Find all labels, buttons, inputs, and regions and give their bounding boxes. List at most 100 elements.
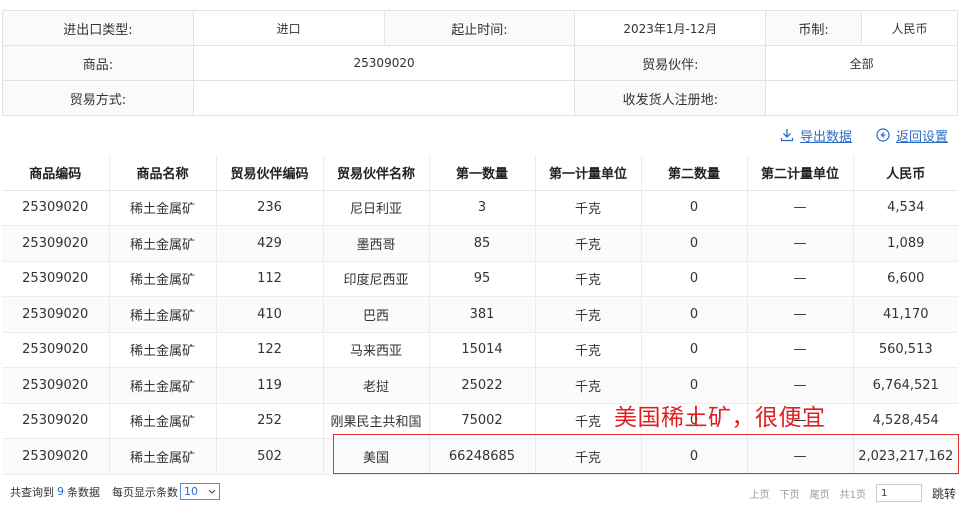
table-cell: 25309020 (2, 403, 109, 439)
table-cell: 429 (215, 225, 323, 262)
next-page-link[interactable]: 下页 (780, 486, 800, 501)
table-cell: — (746, 296, 853, 333)
table-cell: 6,764,521 (852, 367, 958, 404)
query-value: 进口 (192, 10, 385, 46)
table-cell: 千克 (534, 261, 641, 297)
table-row: 25309020 稀土金属矿 112 印度尼西亚 95 千克 0—6,600 (2, 261, 958, 297)
table-cell: 15014 (428, 332, 535, 368)
table-cell: — (746, 190, 853, 226)
column-header: 第二计量单位 (746, 155, 853, 191)
per-page-select[interactable]: 10 (180, 483, 220, 500)
table-row: 25309020 稀土金属矿 429 墨西哥 85 千克 0—1,089 (2, 225, 958, 262)
total-prefix: 共查询到 (10, 485, 54, 499)
table-cell: 老挝 (322, 367, 429, 404)
per-page-label: 每页显示条数 (112, 485, 178, 499)
table-cell: 560,513 (852, 332, 958, 368)
table-row: 25309020 稀土金属矿 122 马来西亚 15014 千克 0—560,513 (2, 332, 958, 368)
table-cell: 410 (215, 296, 323, 333)
table-cell: 252 (215, 403, 323, 439)
table-cell: 稀土金属矿 (108, 225, 216, 262)
column-header: 贸易伙伴编码 (215, 155, 323, 191)
table-cell: 25309020 (2, 332, 109, 368)
back-to-settings-button[interactable]: 返回设置 (876, 125, 948, 145)
table-cell: 印度尼西亚 (322, 261, 429, 297)
query-value (192, 80, 576, 116)
query-label: 进出口类型: (2, 10, 194, 46)
table-cell: 381 (428, 296, 535, 333)
annotation-text: 美国稀土矿，很便宜 (614, 405, 826, 431)
column-header: 第一计量单位 (534, 155, 641, 191)
query-label: 贸易伙伴: (574, 45, 767, 81)
table-cell: 75002 (428, 403, 535, 439)
table-cell: 95 (428, 261, 535, 297)
export-data-label: 导出数据 (799, 129, 852, 145)
table-row: 25309020 稀土金属矿 236 尼日利亚 3 千克 0—4,534 (2, 190, 958, 226)
query-info-table: 进出口类型: 进口 起止时间: 2023年1月-12月 币制: 人民币 商品: 2530902… (2, 10, 958, 116)
table-cell: 122 (215, 332, 323, 368)
table-cell: 马来西亚 (322, 332, 429, 368)
table-cell: 巴西 (322, 296, 429, 333)
table-cell: 千克 (534, 296, 641, 333)
table-cell: 千克 (534, 332, 641, 368)
table-cell: 0 (640, 438, 747, 475)
table-cell: 25309020 (2, 296, 109, 333)
table-cell: 千克 (534, 190, 641, 226)
last-page-link[interactable]: 尾页 (810, 486, 830, 501)
back-to-settings-label: 返回设置 (895, 129, 948, 145)
table-cell: 稀土金属矿 (108, 296, 216, 333)
query-value: 人民币 (861, 10, 958, 46)
download-icon (780, 128, 794, 142)
total-suffix: 条数据 (67, 485, 100, 499)
jump-button[interactable]: 跳转 (932, 485, 956, 502)
table-cell: 66248685 (428, 438, 535, 475)
table-cell: 稀土金属矿 (108, 190, 216, 226)
query-label: 收发货人注册地: (574, 80, 767, 116)
table-cell: 6,600 (852, 261, 958, 297)
table-cell: 25309020 (2, 438, 109, 475)
table-cell: 41,170 (852, 296, 958, 333)
export-data-button[interactable]: 导出数据 (780, 125, 852, 145)
table-cell: 刚果民主共和国 (322, 403, 429, 439)
table-cell: 25022 (428, 367, 535, 404)
column-header: 贸易伙伴名称 (322, 155, 429, 191)
table-cell: 85 (428, 225, 535, 262)
table-toolbar: 导出数据 返回设置 (780, 125, 948, 145)
per-page-value: 10 (184, 485, 198, 498)
table-header-row: 商品编码 商品名称 贸易伙伴编码 贸易伙伴名称 第一数量 第一计量单位 第二数量 第二计量单位… (2, 155, 958, 191)
query-row: 商品: 25309020 贸易伙伴: 全部 (2, 45, 958, 81)
column-header: 商品名称 (108, 155, 216, 191)
query-label: 贸易方式: (2, 80, 194, 116)
result-summary: 共查询到 9 条数据 每页显示条数 10 (10, 483, 220, 500)
table-cell: 千克 (534, 438, 641, 475)
page-number-input[interactable] (875, 484, 922, 502)
table-cell: 0 (640, 296, 747, 333)
query-value (765, 80, 958, 116)
table-cell: 502 (215, 438, 323, 475)
table-cell: 墨西哥 (322, 225, 429, 262)
table-cell: 2,023,217,162 (852, 438, 958, 475)
table-cell: 尼日利亚 (322, 190, 429, 226)
table-cell: 稀土金属矿 (108, 332, 216, 368)
table-cell: 4,528,454 (852, 403, 958, 439)
table-cell: 稀土金属矿 (108, 438, 216, 475)
table-cell: 3 (428, 190, 535, 226)
table-cell: 25309020 (2, 190, 109, 226)
query-label: 币制: (765, 10, 863, 46)
query-label: 起止时间: (383, 10, 576, 46)
table-cell: — (746, 332, 853, 368)
column-header: 人民币 (852, 155, 958, 191)
back-arrow-icon (876, 128, 890, 142)
table-cell: — (746, 225, 853, 262)
table-cell: 119 (215, 367, 323, 404)
prev-page-link[interactable]: 上页 (750, 486, 770, 501)
table-row: 25309020 稀土金属矿 410 巴西 381 千克 0—41,170 (2, 296, 958, 333)
table-cell: 稀土金属矿 (108, 367, 216, 404)
query-row: 进出口类型: 进口 起止时间: 2023年1月-12月 币制: 人民币 (2, 10, 958, 46)
table-cell: 0 (640, 261, 747, 297)
column-header: 第一数量 (428, 155, 535, 191)
table-cell: 25309020 (2, 261, 109, 297)
table-cell: 美国 (322, 438, 429, 475)
query-row: 贸易方式: 收发货人注册地: (2, 80, 958, 116)
table-cell: 0 (640, 190, 747, 226)
column-header: 商品编码 (2, 155, 109, 191)
